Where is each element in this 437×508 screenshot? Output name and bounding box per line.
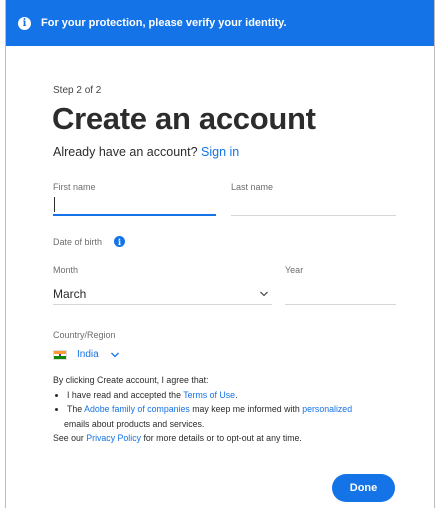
legal-text-segment: for more details or to opt-out at any ti… (141, 433, 302, 443)
banner-text: For your protection, please verify your … (41, 17, 287, 29)
year-label: Year (285, 265, 304, 275)
last-name-field[interactable] (231, 194, 396, 216)
personalized-link[interactable]: personalized (302, 404, 352, 414)
legal-intro: By clicking Create account, I agree that… (53, 375, 209, 385)
year-field[interactable] (285, 283, 396, 305)
legal-continuation: emails about products and services. (64, 418, 205, 429)
chevron-down-icon (260, 291, 268, 297)
legal-text-segment: See our (53, 433, 87, 443)
signin-prompt: Already have an account? Sign in (53, 145, 239, 159)
signin-prompt-text: Already have an account? (53, 145, 198, 159)
legal-item-terms: I have read and accepted the Terms of Us… (67, 388, 393, 403)
legal-text-segment: I have read and accepted the (67, 389, 184, 400)
text-cursor (54, 197, 55, 212)
dob-info-icon[interactable]: i (114, 236, 125, 247)
country-label: Country/Region (53, 330, 116, 340)
first-name-label: First name (53, 182, 96, 192)
page-title: Create an account (52, 101, 316, 136)
privacy-policy-link[interactable]: Privacy Policy (86, 433, 141, 443)
adobe-family-link[interactable]: Adobe family of companies (84, 404, 190, 414)
legal-footer: See our Privacy Policy for more details … (53, 431, 393, 446)
legal-list: I have read and accepted the Terms of Us… (53, 388, 393, 417)
chevron-down-icon[interactable] (110, 350, 120, 360)
month-select[interactable]: March (53, 283, 272, 305)
verification-banner: i For your protection, please verify you… (6, 0, 434, 46)
info-icon: i (18, 16, 31, 30)
country-value: India (77, 349, 99, 360)
first-name-field[interactable] (53, 194, 216, 216)
last-name-label: Last name (231, 182, 274, 192)
step-indicator: Step 2 of 2 (53, 85, 102, 96)
legal-item-marketing: The Adobe family of companies may keep m… (67, 402, 393, 417)
sign-in-link[interactable]: Sign in (201, 145, 239, 159)
country-select[interactable]: India (77, 349, 99, 360)
legal-text: By clicking Create account, I agree that… (53, 373, 393, 446)
legal-text-segment: may keep me informed with (189, 404, 303, 414)
legal-text-segment: The (67, 404, 85, 414)
terms-of-use-link[interactable]: Terms of Use (183, 390, 235, 400)
legal-text-segment: . (235, 389, 238, 400)
dob-label: Date of birth (53, 237, 103, 247)
india-flag-icon (53, 350, 67, 360)
done-button[interactable]: Done (332, 474, 395, 502)
month-label: Month (53, 265, 79, 275)
month-value: March (53, 287, 87, 301)
